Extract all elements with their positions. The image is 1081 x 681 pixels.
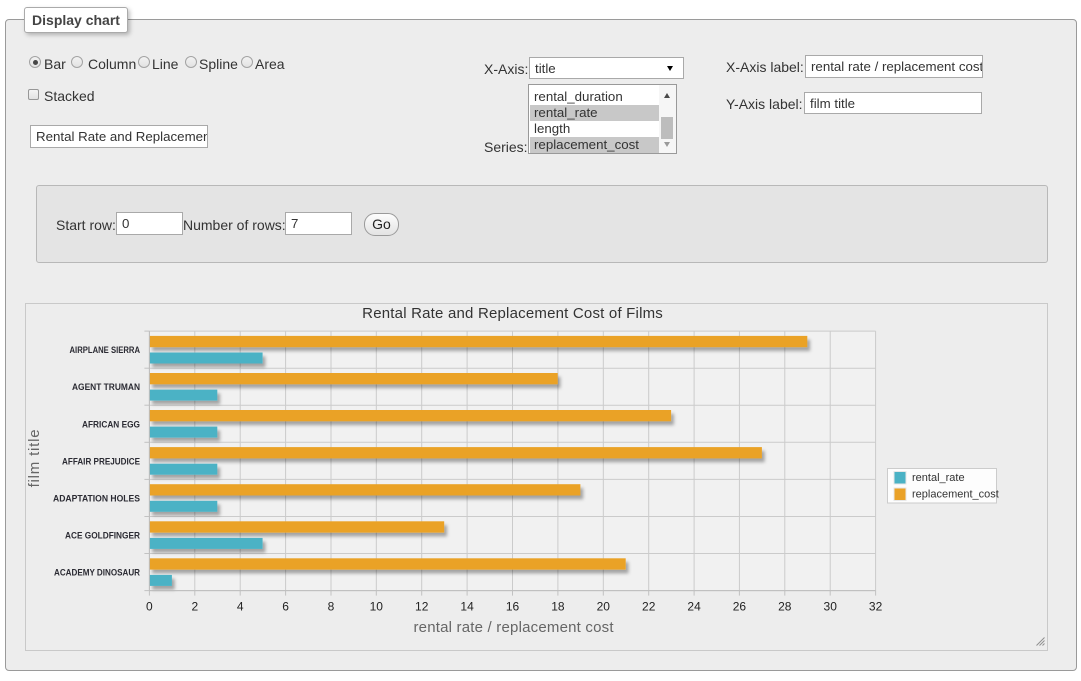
svg-text:rental_rate: rental_rate [912, 472, 965, 484]
svg-text:32: 32 [869, 600, 883, 614]
svg-text:2: 2 [191, 600, 198, 614]
svg-text:20: 20 [597, 600, 611, 614]
svg-text:ACE GOLDFINGER: ACE GOLDFINGER [65, 531, 140, 541]
svg-text:12: 12 [415, 600, 429, 614]
svg-text:10: 10 [370, 600, 384, 614]
svg-text:Rental Rate and Replacement Co: Rental Rate and Replacement Cost of Film… [362, 305, 663, 322]
svg-text:AGENT TRUMAN: AGENT TRUMAN [72, 382, 140, 392]
svg-text:26: 26 [733, 600, 747, 614]
svg-text:16: 16 [506, 600, 520, 614]
svg-text:rental rate / replacement cost: rental rate / replacement cost [413, 619, 614, 636]
svg-text:8: 8 [328, 600, 335, 614]
svg-text:4: 4 [237, 600, 244, 614]
svg-text:ACADEMY DINOSAUR: ACADEMY DINOSAUR [54, 568, 140, 578]
svg-text:6: 6 [282, 600, 289, 614]
svg-text:AIRPLANE SIERRA: AIRPLANE SIERRA [70, 345, 141, 355]
svg-text:30: 30 [824, 600, 838, 614]
svg-text:28: 28 [778, 600, 792, 614]
svg-text:14: 14 [460, 600, 474, 614]
svg-text:22: 22 [642, 600, 656, 614]
svg-text:film title: film title [26, 429, 43, 488]
svg-text:AFRICAN EGG: AFRICAN EGG [82, 419, 140, 429]
svg-text:replacement_cost: replacement_cost [912, 489, 999, 501]
svg-text:ADAPTATION HOLES: ADAPTATION HOLES [53, 493, 140, 503]
svg-text:18: 18 [551, 600, 565, 614]
svg-text:24: 24 [687, 600, 701, 614]
svg-text:AFFAIR PREJUDICE: AFFAIR PREJUDICE [62, 456, 140, 466]
svg-text:0: 0 [146, 600, 153, 614]
